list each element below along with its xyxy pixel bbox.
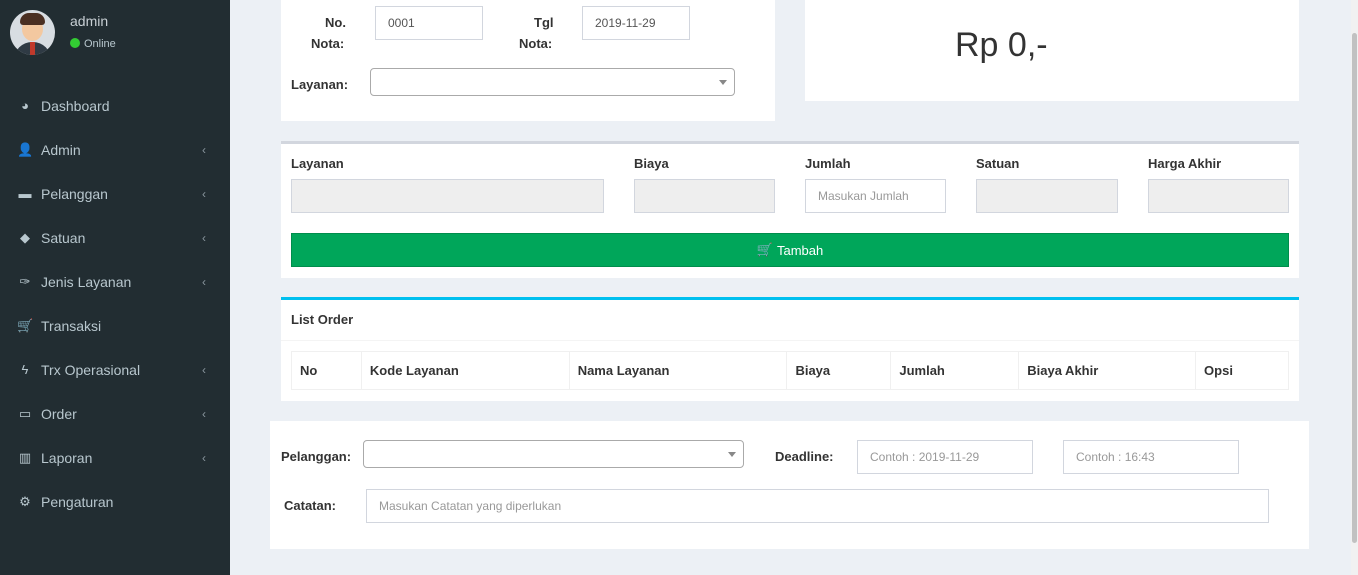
scrollbar-thumb[interactable] (1352, 33, 1357, 543)
gear-icon: ⚙ (19, 494, 31, 509)
sidebar-item-label: Dashboard (41, 98, 110, 114)
sidebar-item-pengaturan[interactable]: ⚙ Pengaturan (0, 480, 230, 524)
chevron-left-icon: ‹ (202, 143, 206, 157)
column-header: Jumlah (890, 351, 1020, 390)
item-satuan-field (976, 179, 1118, 213)
sidebar-item-label: Transaksi (41, 318, 102, 334)
user-panel: admin Online (0, 0, 230, 70)
sidebar-item-label: Laporan (41, 450, 93, 466)
chevron-left-icon: ‹ (202, 407, 206, 421)
item-jumlah-input[interactable]: Masukan Jumlah (805, 179, 946, 213)
sidebar-item-label: Admin (41, 142, 81, 158)
sidebar-item-label: Pelanggan (41, 186, 108, 202)
sidebar-item-trx-operasional[interactable]: ϟ Trx Operasional ‹ (0, 348, 230, 392)
nota-box: No. Nota: 0001 Tgl Nota: 2019-11-29 Laya… (281, 0, 775, 121)
sidebar-item-label: Trx Operasional (41, 362, 141, 378)
tag-icon: ◆ (20, 230, 30, 245)
table-header-row: No Kode Layanan Nama Layanan Biaya Jumlah Bia… (291, 351, 1289, 390)
sidebar-item-dashboard[interactable]: ◕ Dashboard (0, 84, 230, 128)
no-nota-label-2: Nota: (311, 36, 345, 51)
tgl-nota-input[interactable]: 2019-11-29 (582, 6, 690, 40)
scrollbar[interactable] (1351, 0, 1358, 575)
bar-chart-icon: ▥ (18, 450, 32, 465)
no-nota-input[interactable]: 0001 (375, 6, 483, 40)
user-icon: 👤 (17, 142, 34, 157)
chevron-left-icon: ‹ (202, 231, 206, 245)
thumbtack-icon: ✑ (19, 274, 31, 289)
deadline-label: Deadline: (775, 449, 834, 464)
user-status-label: Online (84, 38, 116, 50)
chevron-left-icon: ‹ (202, 275, 206, 289)
item-harga-akhir-field (1148, 179, 1289, 213)
column-header: Kode Layanan (360, 351, 570, 390)
chevron-down-icon (719, 80, 727, 85)
item-layanan-field (291, 179, 604, 213)
sidebar-item-satuan[interactable]: ◆ Satuan ‹ (0, 216, 230, 260)
item-biaya-field (634, 179, 775, 213)
pelanggan-select[interactable] (363, 440, 744, 468)
sidebar-item-label: Jenis Layanan (41, 274, 132, 290)
list-order-table: No Kode Layanan Nama Layanan Biaya Jumlah Bia… (291, 351, 1289, 390)
column-header: Biaya Akhir (1018, 351, 1197, 390)
layanan-label: Layanan: (291, 77, 349, 92)
deadline-time-input[interactable]: Contoh : 16:43 (1063, 440, 1239, 474)
folder-icon: ▬ (18, 186, 32, 201)
column-header: No (291, 351, 362, 390)
item-layanan-label: Layanan (291, 156, 344, 171)
add-item-label: Tambah (776, 242, 824, 258)
chevron-down-icon (728, 452, 736, 457)
sidebar-item-pelanggan[interactable]: ▬ Pelanggan ‹ (0, 172, 230, 216)
dashboard-icon: ◕ (21, 98, 29, 113)
column-header: Opsi (1195, 351, 1289, 390)
chevron-left-icon: ‹ (202, 451, 206, 465)
tgl-nota-label: Tgl (534, 15, 554, 30)
catatan-label: Catatan: (284, 498, 337, 513)
list-order-title: List Order (291, 312, 354, 327)
inbox-icon: ▭ (18, 406, 32, 421)
item-biaya-label: Biaya (634, 156, 669, 171)
cart-icon: 🛒 (17, 318, 34, 333)
sidebar-item-admin[interactable]: 👤 Admin ‹ (0, 128, 230, 172)
column-header: Biaya (786, 351, 892, 390)
sidebar-item-jenis-layanan[interactable]: ✑ Jenis Layanan ‹ (0, 260, 230, 304)
user-status: Online (70, 38, 116, 50)
main-content: No. Nota: 0001 Tgl Nota: 2019-11-29 Laya… (231, 0, 1334, 575)
total-box: Rp 0,- (805, 0, 1299, 101)
avatar (10, 10, 55, 55)
online-dot-icon (70, 38, 80, 48)
sidebar-item-label: Satuan (41, 230, 86, 246)
column-header: Nama Layanan (568, 351, 788, 390)
user-name: admin (70, 13, 109, 29)
cart-icon: 🛒 (756, 242, 773, 257)
sidebar-menu: ◕ Dashboard 👤 Admin ‹ ▬ Pelanggan ‹ ◆ Satuan ‹ ✑ Jen… (0, 84, 230, 524)
pelanggan-label: Pelanggan: (281, 449, 352, 464)
catatan-input[interactable]: Masukan Catatan yang diperlukan (366, 489, 1269, 523)
chevron-left-icon: ‹ (202, 363, 206, 377)
sidebar-item-label: Pengaturan (41, 494, 114, 510)
item-harga-akhir-label: Harga Akhir (1148, 156, 1222, 171)
tgl-nota-label-2: Nota: (519, 36, 553, 51)
layanan-select[interactable] (370, 68, 735, 96)
sidebar-item-transaksi[interactable]: 🛒 Transaksi (0, 304, 230, 348)
sidebar-item-label: Order (41, 406, 77, 422)
chevron-left-icon: ‹ (202, 187, 206, 201)
sidebar-item-order[interactable]: ▭ Order ‹ (0, 392, 230, 436)
sidebar: admin Online ◕ Dashboard 👤 Admin ‹ ▬ Pelanggan… (0, 0, 230, 575)
item-jumlah-label: Jumlah (805, 156, 851, 171)
item-satuan-label: Satuan (976, 156, 1020, 171)
bolt-icon: ϟ (21, 362, 29, 377)
sidebar-item-laporan[interactable]: ▥ Laporan ‹ (0, 436, 230, 480)
no-nota-label: No. (325, 15, 346, 30)
total-amount: Rp 0,- (955, 26, 1048, 64)
add-item-button[interactable]: 🛒 Tambah (291, 233, 1289, 267)
deadline-date-input[interactable]: Contoh : 2019-11-29 (857, 440, 1033, 474)
